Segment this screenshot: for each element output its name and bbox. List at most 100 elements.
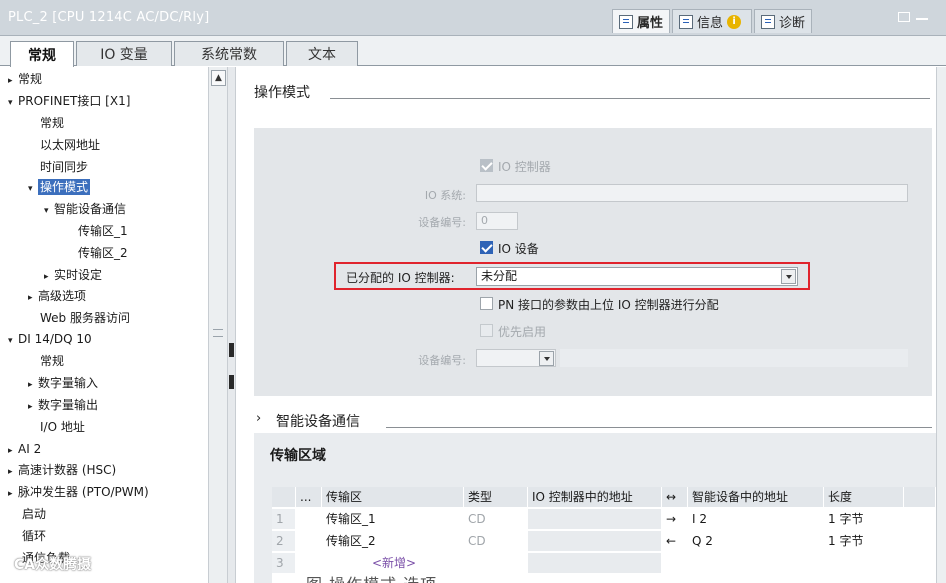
- tab-general[interactable]: 常规: [10, 41, 74, 67]
- tree-arrow-icon[interactable]: ▸: [28, 375, 38, 395]
- tree-item-digital-input[interactable]: ▸ 数字量输入: [28, 373, 98, 393]
- tree-item-label: 循环: [22, 529, 47, 543]
- tree-arrow-icon[interactable]: ▾: [8, 93, 18, 113]
- io-controller-checkbox[interactable]: [480, 159, 493, 172]
- table-row[interactable]: 2 传输区_2 CD ← Q 2 1 字节: [272, 531, 936, 551]
- arrow-left-icon[interactable]: ←: [662, 531, 688, 551]
- tree-item-profinet[interactable]: ▾ PROFINET接口 [X1]: [8, 91, 130, 111]
- row-number: 1: [272, 509, 296, 529]
- row-name[interactable]: 传输区_2: [322, 531, 464, 551]
- tab-info[interactable]: 信息 i: [672, 9, 753, 33]
- col-controller-address[interactable]: IO 控制器中的地址: [528, 487, 662, 507]
- title-bar: PLC_2 [CPU 1214C AC/DC/Rly] 属性 信息 i 诊断: [0, 0, 946, 36]
- tree-item-profinet-general[interactable]: 常规: [40, 113, 64, 133]
- chevron-up-icon[interactable]: ▲: [211, 70, 226, 86]
- row-device-address[interactable]: I 2: [688, 509, 824, 529]
- tab-properties[interactable]: 属性: [612, 9, 671, 33]
- tree-item-cycle[interactable]: 循环: [22, 526, 46, 546]
- tree-scrollbar[interactable]: ▲: [208, 67, 228, 583]
- col-direction[interactable]: ↔: [662, 487, 688, 507]
- row-length[interactable]: 1 字节: [824, 531, 904, 551]
- info-badge-icon: i: [727, 14, 742, 29]
- tree-arrow-icon[interactable]: ▸: [8, 71, 18, 91]
- tab-system-constants[interactable]: 系统常数: [174, 41, 284, 66]
- tree-item-general[interactable]: ▸ 常规: [8, 69, 42, 89]
- table-row[interactable]: 3 <新增>: [272, 553, 936, 573]
- smart-device-heading: 智能设备通信: [276, 414, 360, 430]
- row-number: 2: [272, 531, 296, 551]
- scroll-grip-icon[interactable]: [213, 329, 223, 337]
- tab-io-tags[interactable]: IO 变量: [76, 41, 172, 66]
- priority-startup-checkbox[interactable]: [480, 324, 493, 337]
- tree-arrow-icon[interactable]: ▸: [8, 441, 18, 461]
- tree-item-ai2[interactable]: ▸ AI 2: [8, 439, 41, 459]
- col-device-address[interactable]: 智能设备中的地址: [688, 487, 824, 507]
- tree-item-advanced[interactable]: ▸ 高级选项: [28, 286, 86, 306]
- tree-arrow-icon[interactable]: ▸: [28, 397, 38, 417]
- io-device-checkbox[interactable]: [480, 241, 493, 254]
- tree-item-label: 数字量输入: [38, 376, 99, 390]
- device-number-field[interactable]: 0: [476, 212, 518, 230]
- io-system-label: IO 系统:: [424, 189, 466, 202]
- col-length[interactable]: 长度: [824, 487, 904, 507]
- panel-splitter[interactable]: [228, 67, 236, 583]
- tree-arrow-icon[interactable]: ▾: [8, 331, 18, 351]
- splitter-mark-icon: [229, 375, 234, 389]
- tree-item-di-general[interactable]: 常规: [40, 351, 64, 371]
- tree-arrow-icon[interactable]: ▸: [44, 267, 54, 287]
- transfer-area-title: 传输区域: [270, 448, 326, 464]
- tree-item-realtime[interactable]: ▸ 实时设定: [44, 265, 102, 285]
- col-transfer-area[interactable]: 传输区: [322, 487, 464, 507]
- tree-arrow-icon[interactable]: ▾: [28, 179, 38, 199]
- tree-item-io-address[interactable]: I/O 地址: [40, 417, 85, 437]
- tree-item-operation-mode[interactable]: ▾ 操作模式: [28, 177, 91, 199]
- arrow-right-icon[interactable]: →: [662, 509, 688, 529]
- row-device-address[interactable]: Q 2: [688, 531, 824, 551]
- col-type[interactable]: 类型: [464, 487, 528, 507]
- tree-item-pulse-generator[interactable]: ▸ 脉冲发生器 (PTO/PWM): [8, 482, 149, 502]
- tree-item-label: 传输区_1: [78, 224, 128, 238]
- restore-icon[interactable]: [898, 12, 910, 22]
- chevron-down-icon[interactable]: [539, 351, 554, 366]
- tree-item-time-sync[interactable]: 时间同步: [40, 157, 88, 177]
- tree-item-di-dq[interactable]: ▾ DI 14/DQ 10: [8, 329, 92, 349]
- tree-item-smart-device[interactable]: ▾ 智能设备通信: [44, 199, 126, 219]
- tree-item-ethernet-address[interactable]: 以太网地址: [40, 135, 100, 155]
- tree-arrow-icon[interactable]: ▸: [8, 484, 18, 504]
- table-row[interactable]: 1 传输区_1 CD → I 2 1 字节: [272, 509, 936, 529]
- io-system-field[interactable]: [476, 184, 908, 202]
- tree-item-label: 以太网地址: [40, 138, 101, 152]
- row-name[interactable]: 传输区_1: [322, 509, 464, 529]
- tree-arrow-icon[interactable]: ▸: [8, 462, 18, 482]
- tree-item-hsc[interactable]: ▸ 高速计数器 (HSC): [8, 460, 116, 480]
- row-type[interactable]: CD: [464, 509, 528, 529]
- row-controller-address[interactable]: [528, 531, 662, 551]
- io-device-label: IO 设备: [498, 242, 539, 256]
- col-more[interactable]: ...: [296, 487, 322, 507]
- tab-texts[interactable]: 文本: [286, 41, 358, 66]
- add-new-row[interactable]: <新增>: [368, 553, 464, 573]
- tab-texts-label: 文本: [308, 47, 336, 63]
- window-controls: [898, 12, 928, 22]
- tree-arrow-icon[interactable]: ▾: [44, 201, 54, 221]
- row-type[interactable]: CD: [464, 531, 528, 551]
- content-scrollbar[interactable]: [936, 67, 946, 583]
- tree-item-transfer-area-1[interactable]: 传输区_1: [78, 221, 128, 241]
- minimize-icon[interactable]: [916, 18, 928, 20]
- tree-item-label: 实时设定: [54, 268, 103, 282]
- pn-param-checkbox[interactable]: [480, 297, 493, 310]
- tree-item-web-server[interactable]: Web 服务器访问: [40, 308, 130, 328]
- device-number2-select[interactable]: [476, 349, 556, 367]
- smart-device-arrow-icon[interactable]: ›: [256, 411, 261, 426]
- properties-icon: [619, 14, 633, 29]
- row-controller-address[interactable]: [528, 509, 662, 529]
- tree-item-transfer-area-2[interactable]: 传输区_2: [78, 243, 128, 263]
- divider: [386, 427, 932, 428]
- tree-item-label: 常规: [18, 72, 43, 86]
- col-filler: [904, 487, 936, 507]
- tree-item-startup[interactable]: 启动: [22, 504, 46, 524]
- tree-item-digital-output[interactable]: ▸ 数字量输出: [28, 395, 98, 415]
- tab-diagnostics[interactable]: 诊断: [754, 9, 813, 33]
- row-length[interactable]: 1 字节: [824, 509, 904, 529]
- tree-arrow-icon[interactable]: ▸: [28, 288, 38, 308]
